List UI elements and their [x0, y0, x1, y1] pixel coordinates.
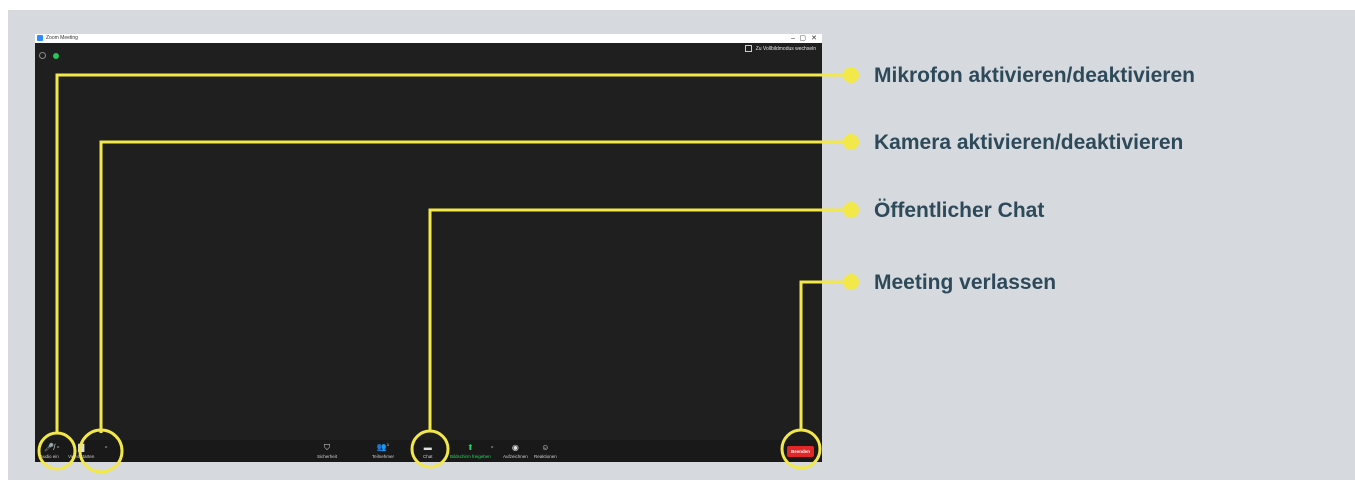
mic-callout-line — [55, 73, 849, 433]
camera-callout-line — [99, 140, 849, 433]
leave-callout-line — [799, 280, 849, 431]
chat-callout-dot — [843, 202, 859, 218]
chat-callout-line — [428, 208, 849, 431]
camera-callout-dot — [843, 134, 859, 150]
callout-mic-label: Mikrofon aktivieren/deaktivieren — [874, 64, 1195, 87]
leave-callout-dot — [843, 274, 859, 290]
callout-leave-label: Meeting verlassen — [874, 271, 1057, 294]
chat-highlight-circle — [410, 429, 450, 469]
camera-highlight-circle — [78, 428, 124, 474]
mic-highlight-circle — [37, 431, 77, 471]
mic-callout-dot — [843, 67, 859, 83]
callout-camera-label: Kamera aktivieren/deaktivieren — [874, 131, 1184, 154]
callout-chat-label: Öffentlicher Chat — [874, 199, 1045, 222]
leave-highlight-circle — [780, 428, 822, 470]
